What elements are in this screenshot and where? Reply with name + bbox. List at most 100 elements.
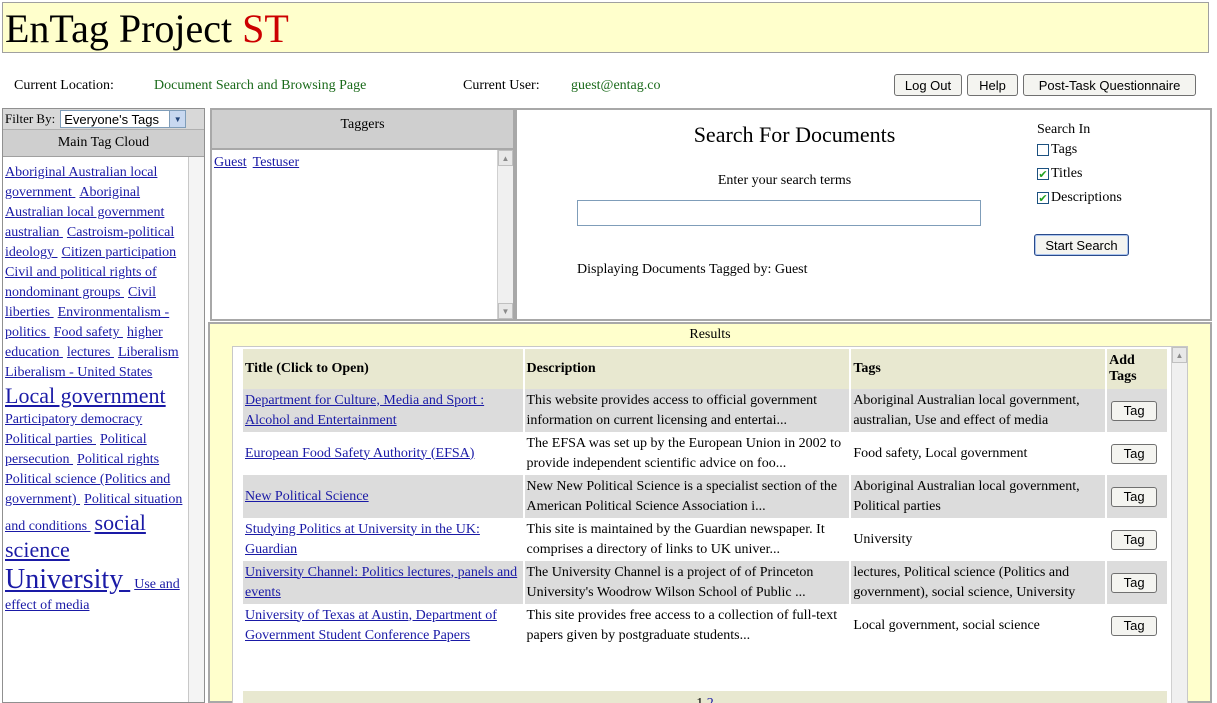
cell-add-tags: Tag xyxy=(1106,432,1169,475)
taggers-scrollbar[interactable]: ▲ ▼ xyxy=(497,150,513,319)
document-link[interactable]: Studying Politics at University in the U… xyxy=(245,522,480,557)
search-option-descriptions[interactable]: ✔ Descriptions xyxy=(1037,186,1122,210)
tag-button[interactable]: Tag xyxy=(1111,486,1158,507)
tag-button[interactable]: Tag xyxy=(1111,443,1158,464)
document-link[interactable]: European Food Safety Authority (EFSA) xyxy=(245,446,474,461)
start-search-button[interactable]: Start Search xyxy=(1034,234,1129,256)
cell-title: New Political Science xyxy=(243,475,525,518)
tag-cloud: Aboriginal Australian local government A… xyxy=(3,157,204,616)
pagination: 1 2 xyxy=(243,691,1167,703)
table-row: New Political Science New New Political S… xyxy=(243,475,1169,518)
cloud-tag[interactable]: Liberalism xyxy=(118,345,179,360)
tag-button[interactable]: Tag xyxy=(1111,572,1158,593)
document-link[interactable]: University of Texas at Austin, Departmen… xyxy=(245,608,497,643)
cell-tags: Aboriginal Australian local government, … xyxy=(850,389,1108,432)
filter-row: Filter By: Everyone's Tags ▼ xyxy=(3,109,204,130)
cell-title: Studying Politics at University in the U… xyxy=(243,518,525,561)
tag-cloud-header: Main Tag Cloud xyxy=(3,130,204,157)
cell-description: This site is maintained by the Guardian … xyxy=(523,518,852,561)
taggers-list: Guest Testuser xyxy=(212,150,513,176)
document-link[interactable]: Department for Culture, Media and Sport … xyxy=(245,393,484,428)
filter-select[interactable]: Everyone's Tags ▼ xyxy=(60,110,187,128)
results-table: Title (Click to Open) Description Tags A… xyxy=(243,349,1169,647)
search-title: Search For Documents xyxy=(693,122,896,147)
questionnaire-button[interactable]: Post-Task Questionnaire xyxy=(1023,74,1196,96)
cloud-tag[interactable]: University xyxy=(5,564,130,595)
cell-add-tags: Tag xyxy=(1106,604,1169,647)
cell-description: The EFSA was set up by the European Unio… xyxy=(523,432,852,475)
cloud-tag[interactable]: Participatory democracy xyxy=(5,412,142,427)
cell-add-tags: Tag xyxy=(1106,389,1169,432)
cell-title: University of Texas at Austin, Departmen… xyxy=(243,604,525,647)
checkbox[interactable] xyxy=(1037,144,1049,156)
col-add-tags: Add Tags xyxy=(1106,349,1169,389)
tag-cloud-scrollbar[interactable] xyxy=(188,157,204,702)
page-link-2[interactable]: 2 xyxy=(707,696,714,703)
tagger-link[interactable]: Testuser xyxy=(253,155,299,170)
table-row: Studying Politics at University in the U… xyxy=(243,518,1169,561)
cell-add-tags: Tag xyxy=(1106,475,1169,518)
search-option-label: Titles xyxy=(1051,166,1083,181)
checkbox[interactable]: ✔ xyxy=(1037,168,1049,180)
table-row: Department for Culture, Media and Sport … xyxy=(243,389,1169,432)
document-link[interactable]: University Channel: Politics lectures, p… xyxy=(245,565,517,600)
cloud-tag[interactable]: Citizen participation xyxy=(62,245,177,260)
cloud-tag[interactable]: Food safety xyxy=(54,325,123,340)
search-option-tags[interactable]: Tags xyxy=(1037,138,1122,162)
scroll-up-icon[interactable]: ▲ xyxy=(1172,347,1187,363)
tagger-link[interactable]: Guest xyxy=(214,155,247,170)
cell-tags: Food safety, Local government xyxy=(850,432,1108,475)
col-tags: Tags xyxy=(850,349,1108,389)
tag-button[interactable]: Tag xyxy=(1111,529,1158,550)
app-title-suffix: ST xyxy=(242,6,289,51)
tag-cloud-panel: Filter By: Everyone's Tags ▼ Main Tag Cl… xyxy=(2,108,205,703)
taggers-header: Taggers xyxy=(212,110,513,150)
cloud-tag[interactable]: Political rights xyxy=(77,452,159,467)
cell-description: This site provides free access to a coll… xyxy=(523,604,852,647)
cell-title: Department for Culture, Media and Sport … xyxy=(243,389,525,432)
filter-label: Filter By: xyxy=(5,111,56,126)
cloud-tag[interactable]: lectures xyxy=(67,345,114,360)
cell-add-tags: Tag xyxy=(1106,561,1169,604)
cell-tags: Local government, social science xyxy=(850,604,1108,647)
logout-button[interactable]: Log Out xyxy=(894,74,962,96)
results-header: Results xyxy=(689,327,731,342)
scroll-down-icon[interactable]: ▼ xyxy=(498,303,513,319)
col-description: Description xyxy=(523,349,852,389)
search-input[interactable] xyxy=(577,200,981,226)
page-current: 1 xyxy=(696,696,703,703)
tag-button[interactable]: Tag xyxy=(1111,615,1158,636)
chevron-down-icon[interactable]: ▼ xyxy=(169,111,186,127)
cloud-tag[interactable]: social science xyxy=(5,510,146,562)
app-banner: EnTag Project ST xyxy=(2,2,1209,53)
user-label: Current User: xyxy=(463,78,540,93)
results-table-container: Title (Click to Open) Description Tags A… xyxy=(232,346,1188,703)
app-title: EnTag Project xyxy=(5,6,233,51)
col-title: Title (Click to Open) xyxy=(243,349,525,389)
checkbox[interactable]: ✔ xyxy=(1037,192,1049,204)
scroll-up-icon[interactable]: ▲ xyxy=(498,150,513,166)
user-value: guest@entag.co xyxy=(571,78,661,93)
table-row: University of Texas at Austin, Departmen… xyxy=(243,604,1169,647)
cloud-tag[interactable]: Liberalism - United States xyxy=(5,365,152,380)
cell-description: This website provides access to official… xyxy=(523,389,852,432)
table-row: University Channel: Politics lectures, p… xyxy=(243,561,1169,604)
help-button[interactable]: Help xyxy=(967,74,1018,96)
search-in-group: Search In Tags ✔ Titles ✔ Descriptions xyxy=(1037,122,1122,210)
cloud-tag[interactable]: Political parties xyxy=(5,432,96,447)
search-subtitle: Enter your search terms xyxy=(717,173,852,188)
cloud-tag[interactable]: Local government xyxy=(5,383,166,408)
cloud-tag[interactable]: australian xyxy=(5,225,63,240)
cell-title: University Channel: Politics lectures, p… xyxy=(243,561,525,604)
document-link[interactable]: New Political Science xyxy=(245,489,369,504)
cell-description: The University Channel is a project of o… xyxy=(523,561,852,604)
search-option-titles[interactable]: ✔ Titles xyxy=(1037,162,1122,186)
cell-description: New New Political Science is a specialis… xyxy=(523,475,852,518)
displaying-text: Displaying Documents Tagged by: Guest xyxy=(577,262,808,277)
tag-button[interactable]: Tag xyxy=(1111,400,1158,421)
cell-add-tags: Tag xyxy=(1106,518,1169,561)
search-option-label: Descriptions xyxy=(1051,190,1122,205)
search-in-label: Search In xyxy=(1037,122,1091,137)
results-scrollbar[interactable]: ▲ xyxy=(1171,347,1187,703)
search-option-label: Tags xyxy=(1051,142,1078,157)
